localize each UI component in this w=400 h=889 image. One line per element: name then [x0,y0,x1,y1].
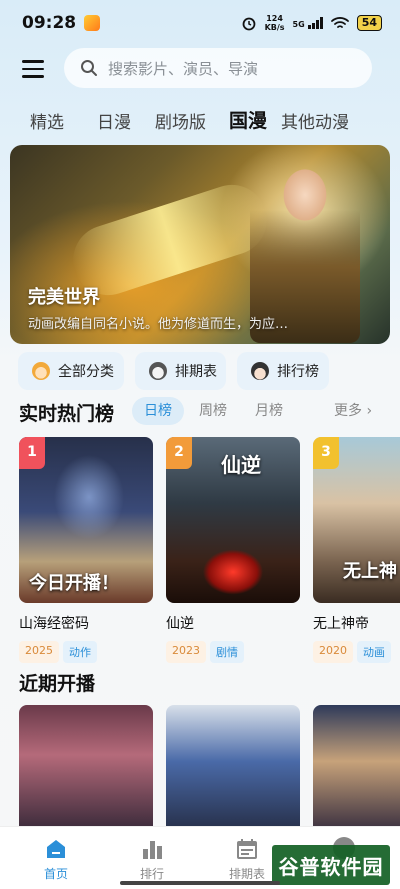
alarm-icon [242,17,255,31]
chevron-right-icon: › [366,403,373,419]
tab-weekly[interactable]: 周榜 [199,397,227,425]
ranking-label: 排行榜 [277,364,319,380]
ranking-button[interactable]: 排行榜 [237,352,329,390]
search-input[interactable]: 搜索影片、演员、导演 [64,48,372,88]
schedule-label: 排期表 [175,364,217,380]
ranking-icon [251,362,269,380]
genre-tag: 剧情 [210,641,244,663]
poster-caption: 无上神 [343,561,397,582]
tab-monthly[interactable]: 月榜 [255,397,283,425]
all-categories-button[interactable]: 全部分类 [18,352,124,390]
tab-daily[interactable]: 日榜 [132,397,184,425]
all-categories-label: 全部分类 [58,364,114,380]
home-icon [44,837,68,861]
category-tabs: 精选 日漫 剧场版 国漫 其他动漫 [0,104,400,138]
all-categories-icon [32,362,50,380]
genre-tag: 动作 [63,641,97,663]
poster-caption: 仙逆 [221,453,261,477]
watermark-logo: 谷普软件园 [272,845,390,885]
status-time: 09:28 [22,13,77,33]
card-title: 山海经密码 [19,616,89,632]
menu-icon[interactable] [22,60,44,78]
net-speed: 124 KB/s [265,14,285,32]
tab-other-anime[interactable]: 其他动漫 [281,108,349,133]
hot-card[interactable]: 3 无上神 无上神帝 2020 动画 [313,437,400,663]
tab-japanese-anime[interactable]: 日漫 [97,108,131,133]
poster-image: 3 无上神 [313,437,400,603]
year-tag: 2020 [313,641,353,663]
tab-theatrical[interactable]: 剧场版 [155,108,206,133]
search-icon [81,60,97,76]
nav-ranking[interactable]: 排行 [117,837,187,882]
banner-description: 动画改编自同名小说。他为修道而生，为应… [28,317,289,332]
wifi-icon [330,17,349,28]
quick-links: 全部分类 排期表 排行榜 [0,352,400,390]
upcoming-card[interactable] [313,705,400,830]
rank-badge: 2 [166,437,192,469]
tab-featured[interactable]: 精选 [30,108,64,133]
nav-home[interactable]: 首页 [21,837,91,882]
tab-chinese-anime[interactable]: 国漫 [229,106,267,133]
more-label: 更多 [334,403,362,419]
genre-tag: 动画 [357,641,391,663]
network-type: 5G [292,20,305,29]
card-title: 仙逆 [166,616,194,632]
poster-image: 2 仙逆 [166,437,300,603]
year-tag: 2025 [19,641,59,663]
net-speed-unit: KB/s [264,23,285,32]
card-title: 无上神帝 [313,616,369,632]
cell-signal-icon: 5G [293,17,323,29]
schedule-button[interactable]: 排期表 [135,352,226,390]
rank-badge: 3 [313,437,339,469]
year-tag: 2023 [166,641,206,663]
top-header: 搜索影片、演员、导演 [0,46,400,90]
bar-chart-icon [140,837,164,861]
nav-schedule-label: 排期表 [228,867,265,881]
featured-banner[interactable]: 完美世界 动画改编自同名小说。他为修道而生，为应… [10,145,390,344]
ranking-period-tabs: 日榜 周榜 月榜 更多 › [0,397,400,425]
card-tags: 2023 剧情 [166,641,300,663]
hot-card[interactable]: 1 今日开播！ 山海经密码 2025 动作 [19,437,153,663]
banner-title: 完美世界 [28,287,100,308]
card-tags: 2025 动作 [19,641,153,663]
card-tags: 2020 动画 [313,641,400,663]
status-bar: 09:28 124 KB/s 5G 54 [0,0,400,46]
home-indicator[interactable] [120,881,280,885]
app-notification-icon [84,15,101,31]
nav-ranking-label: 排行 [139,867,164,881]
poster-caption: 今日开播！ [29,573,119,594]
poster-image: 1 今日开播！ [19,437,153,603]
rank-badge: 1 [19,437,45,469]
more-link[interactable]: 更多 › [334,397,372,425]
search-placeholder: 搜索影片、演员、导演 [108,59,259,78]
nav-home-label: 首页 [43,867,68,881]
status-icons: 124 KB/s 5G 54 [241,14,382,32]
battery-icon: 54 [356,15,382,31]
upcoming-card[interactable] [166,705,300,830]
upcoming-section-title: 近期开播 [19,673,96,695]
schedule-icon [149,362,167,380]
hot-card[interactable]: 2 仙逆 仙逆 2023 剧情 [166,437,300,663]
net-speed-value: 124 [266,14,283,23]
upcoming-card[interactable] [19,705,153,830]
calendar-icon [235,837,259,861]
